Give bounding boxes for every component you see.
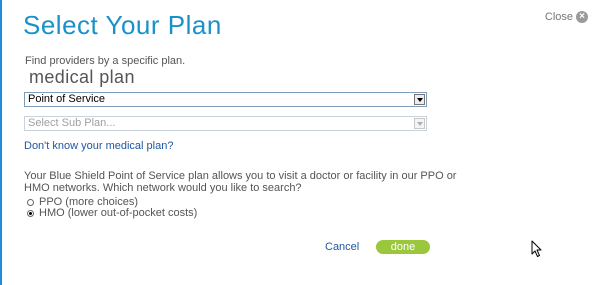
done-button[interactable]: done [376,240,430,254]
medical-plan-label: medical plan [29,67,135,87]
close-icon[interactable]: × [576,11,588,23]
ppo-radio[interactable] [27,198,34,206]
chevron-down-icon[interactable] [414,118,425,129]
dont-know-plan-link[interactable]: Don't know your medical plan? [24,140,173,152]
sub-plan-select-value: Select Sub Plan... [28,117,116,129]
medical-plan-select[interactable]: Point of Service [24,92,427,107]
close-label: Close [544,11,573,23]
medical-plan-select-value: Point of Service [28,93,106,105]
cancel-button[interactable]: Cancel [325,241,359,253]
network-description: Your Blue Shield Point of Service plan a… [24,170,457,194]
dialog-title: Select Your Plan [23,10,222,40]
chevron-down-icon[interactable] [414,94,425,105]
select-plan-dialog: Select Your Plan Close × Find providers … [0,0,597,285]
network-option-hmo[interactable]: HMO (lower out-of-pocket costs) [27,207,197,219]
mouse-pointer-icon [531,240,542,257]
close-button[interactable]: Close × [545,11,588,23]
hmo-radio[interactable] [27,209,34,217]
dialog-subtitle: Find providers by a specific plan. [25,55,186,67]
sub-plan-select[interactable]: Select Sub Plan... [24,116,427,131]
hmo-label: HMO (lower out-of-pocket costs) [39,207,198,219]
